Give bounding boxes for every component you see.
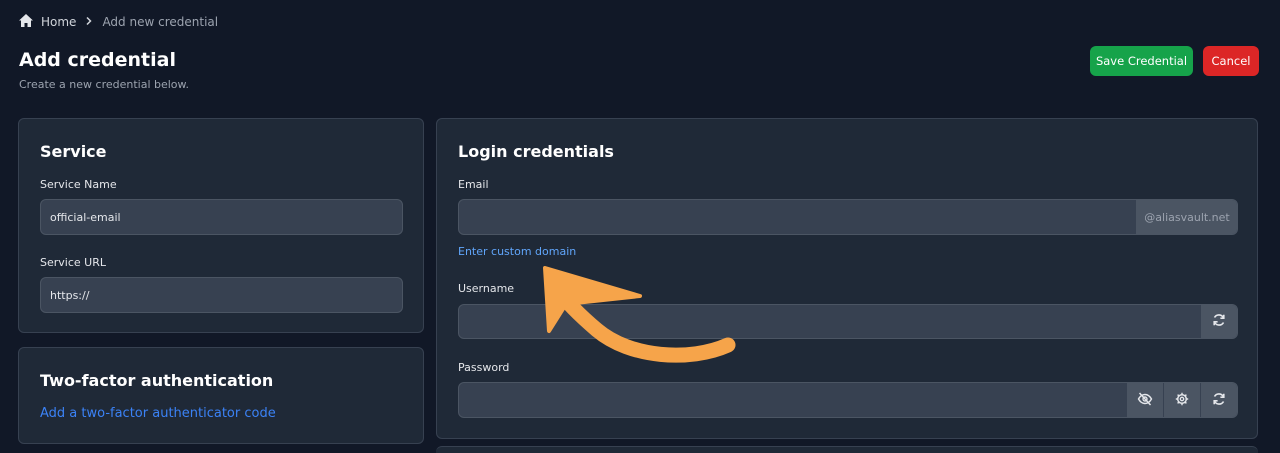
add-two-factor-link[interactable]: Add a two-factor authenticator code bbox=[40, 406, 276, 421]
breadcrumb-home[interactable]: Home bbox=[19, 14, 76, 30]
username-label: Username bbox=[458, 282, 515, 295]
service-url-input[interactable]: https:// bbox=[40, 277, 403, 313]
enter-custom-domain-link[interactable]: Enter custom domain bbox=[458, 245, 576, 258]
email-domain-suffix: @aliasvault.net bbox=[1136, 200, 1237, 234]
username-input[interactable] bbox=[458, 304, 1238, 339]
chevron-right-icon bbox=[84, 15, 94, 29]
toggle-password-visibility-button[interactable] bbox=[1126, 383, 1163, 417]
service-card-title: Service bbox=[40, 142, 107, 161]
password-label: Password bbox=[458, 361, 510, 374]
username-refresh-button[interactable] bbox=[1200, 305, 1237, 338]
page-subtitle: Create a new credential below. bbox=[19, 78, 190, 91]
login-card-title: Login credentials bbox=[458, 142, 614, 161]
eye-off-icon bbox=[1137, 391, 1153, 409]
login-credentials-card: Login credentials Email @aliasvault.net … bbox=[436, 118, 1258, 439]
refresh-icon bbox=[1212, 313, 1226, 330]
password-input[interactable] bbox=[458, 382, 1238, 418]
service-name-label: Service Name bbox=[40, 178, 117, 191]
refresh-icon bbox=[1212, 392, 1226, 409]
next-card-edge bbox=[436, 446, 1258, 453]
breadcrumb-current: Add new credential bbox=[102, 15, 219, 29]
page-title: Add credential bbox=[19, 49, 176, 71]
home-icon bbox=[19, 14, 33, 30]
breadcrumb-home-label: Home bbox=[41, 15, 77, 29]
password-refresh-button[interactable] bbox=[1200, 383, 1237, 417]
service-url-label: Service URL bbox=[40, 256, 106, 269]
password-settings-button[interactable] bbox=[1163, 383, 1200, 417]
settings-icon bbox=[1175, 392, 1189, 409]
breadcrumb: Home Add new credential bbox=[19, 14, 218, 30]
cancel-button[interactable]: Cancel bbox=[1203, 46, 1259, 76]
email-input[interactable]: @aliasvault.net bbox=[458, 199, 1238, 235]
two-factor-card-title: Two-factor authentication bbox=[40, 371, 274, 390]
service-card: Service Service Name official-email Serv… bbox=[18, 118, 424, 333]
email-label: Email bbox=[458, 178, 489, 191]
service-name-input[interactable]: official-email bbox=[40, 199, 403, 235]
save-credential-button[interactable]: Save Credential bbox=[1090, 46, 1193, 76]
two-factor-card: Two-factor authentication Add a two-fact… bbox=[18, 347, 424, 444]
